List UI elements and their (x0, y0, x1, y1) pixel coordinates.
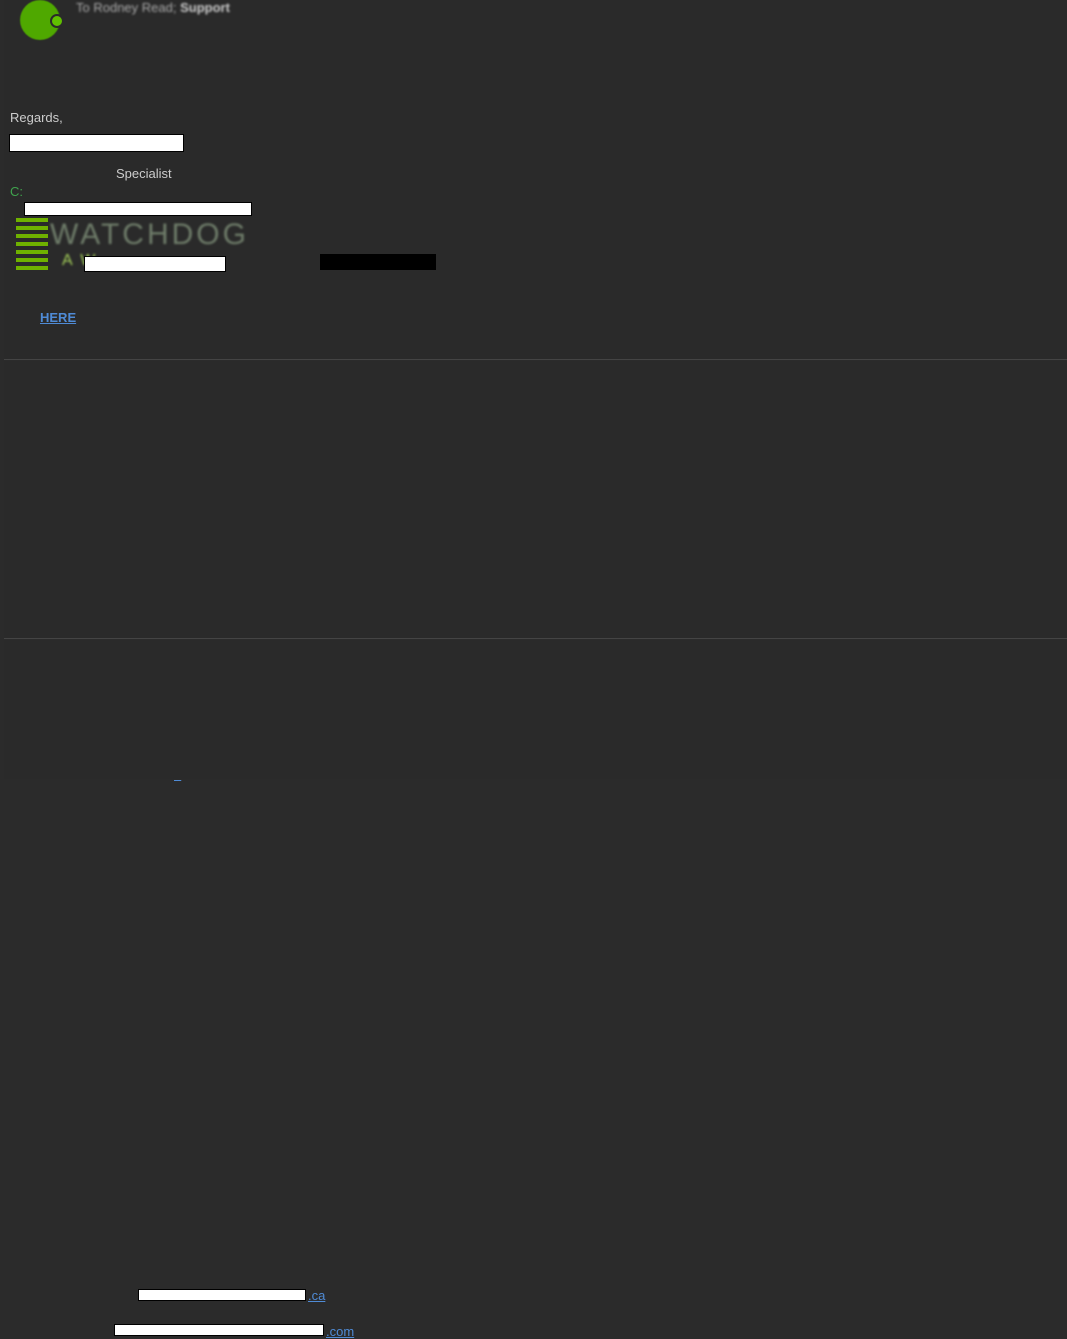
logo-text-big: WATCHDOG (50, 218, 249, 252)
redacted-phone (24, 202, 252, 216)
redacted-name (9, 134, 184, 152)
email-suffix-4[interactable]: .com (326, 1324, 354, 1339)
here-link[interactable]: HERE (40, 310, 76, 325)
to-support: Support (180, 0, 230, 15)
presence-badge (50, 14, 64, 28)
to-line: To Rodney Read; Support (76, 0, 230, 15)
quoted-message-1: .com a (4, 361, 1067, 639)
email-message-pane: To Rodney Read; Support Regards, Special… (4, 0, 1067, 360)
redacted-slogan (84, 256, 226, 272)
to-recipient: Rodney Read; (93, 0, 176, 15)
redacted-url (320, 254, 436, 270)
quoted-message-2: .ca .com (4, 640, 1067, 779)
email-suffix-3[interactable]: .ca (308, 1288, 325, 1303)
signature-title: Specialist (116, 166, 172, 181)
logo-bars-icon (16, 218, 48, 274)
phone-label: C: (10, 184, 23, 199)
redacted-email-3 (138, 1289, 306, 1301)
redacted-email-4 (114, 1324, 324, 1336)
signature-regards: Regards, (10, 110, 63, 125)
to-prefix: To (76, 0, 93, 15)
